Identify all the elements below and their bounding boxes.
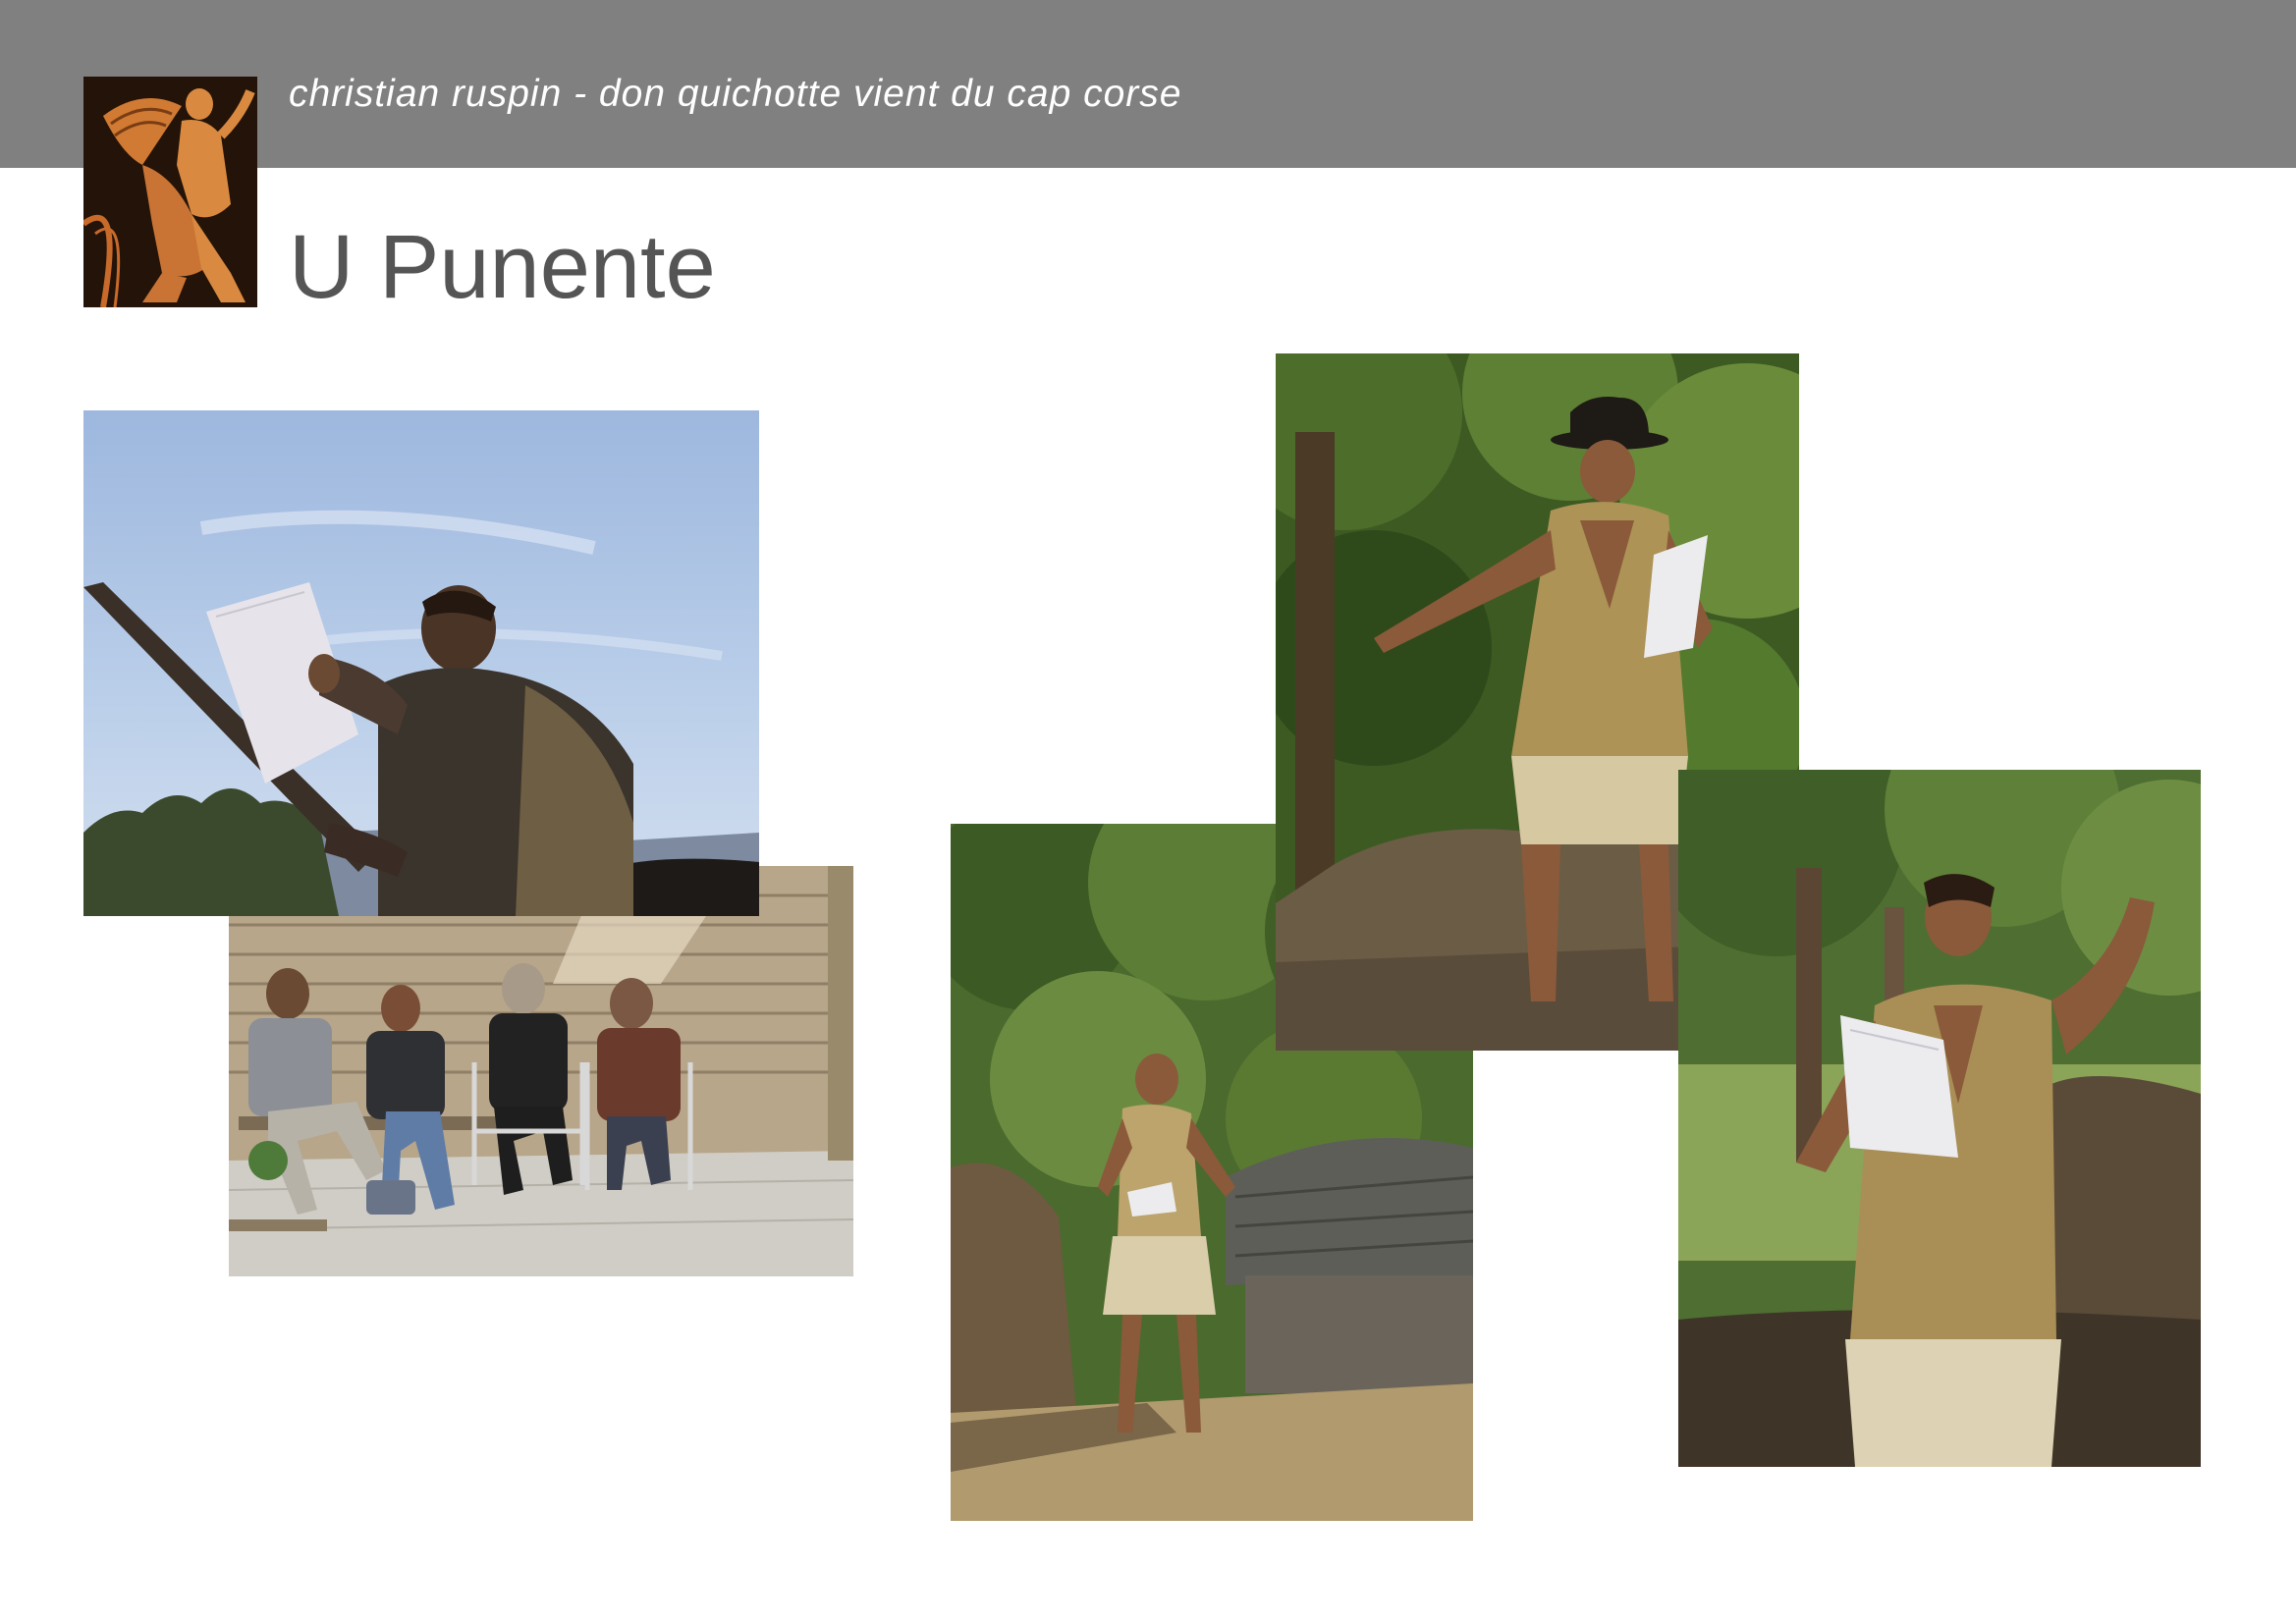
seated-audience-stone-wall-photo <box>229 866 853 1276</box>
greek-vase-figure-icon <box>83 77 257 307</box>
page-title: U Punente <box>289 217 716 317</box>
page: christian ruspin - don quichotte vient d… <box>0 0 2296 1623</box>
actor-reading-under-sky-photo <box>83 410 759 916</box>
actor-declaiming-tree-photo <box>1678 770 2201 1467</box>
header-title: christian ruspin - don quichotte vient d… <box>289 73 1182 115</box>
